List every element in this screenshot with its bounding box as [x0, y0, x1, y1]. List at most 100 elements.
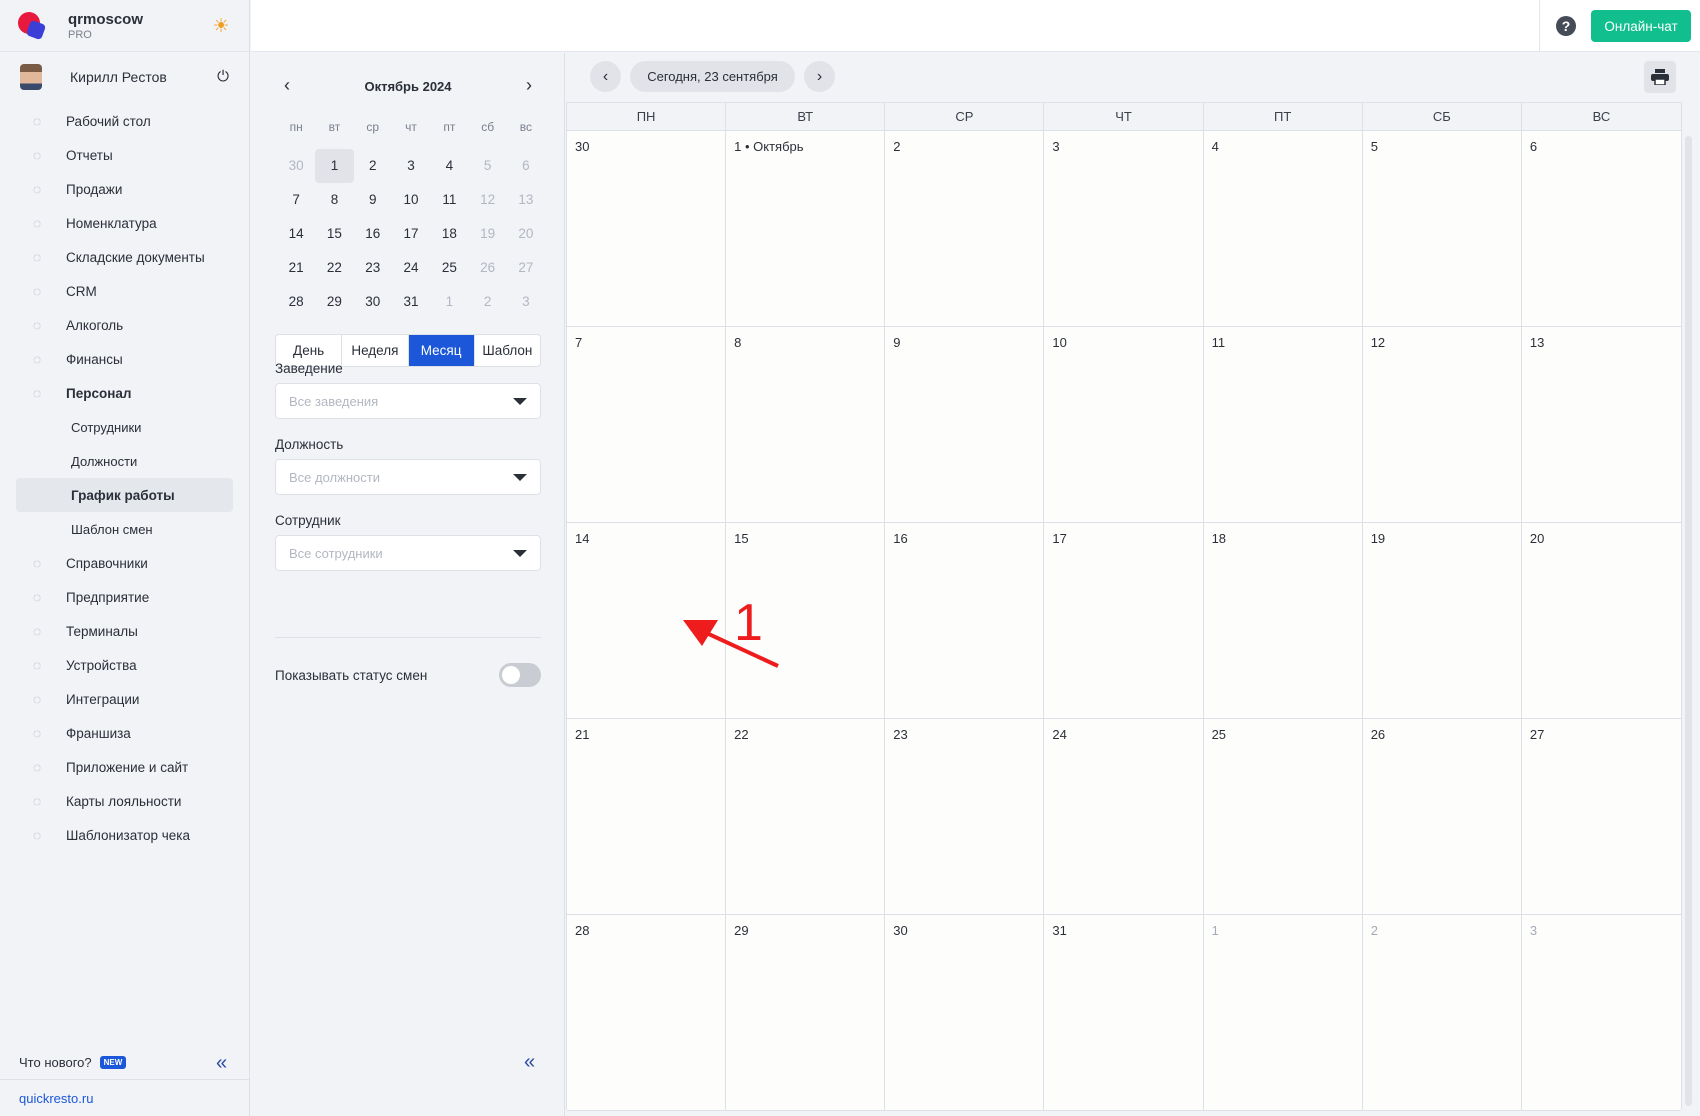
mini-day[interactable]: 10: [392, 183, 430, 217]
calendar-day-cell[interactable]: 3: [1521, 915, 1681, 1111]
mini-day[interactable]: 3: [507, 285, 545, 319]
print-icon[interactable]: [1644, 61, 1676, 93]
nav-item-0[interactable]: ◌ Рабочий стол: [0, 104, 249, 138]
calendar-day-cell[interactable]: 30: [885, 915, 1045, 1111]
calendar-day-cell[interactable]: 3: [1044, 131, 1204, 327]
nav-item-14[interactable]: ◌ Предприятие: [0, 580, 249, 614]
mini-day[interactable]: 4: [430, 149, 468, 183]
mini-day[interactable]: 8: [315, 183, 353, 217]
mini-day[interactable]: 13: [507, 183, 545, 217]
calendar-day-cell[interactable]: 16: [885, 523, 1045, 719]
mini-day[interactable]: 2: [354, 149, 392, 183]
theme-toggle-icon[interactable]: ☀: [210, 16, 232, 38]
mini-day[interactable]: 7: [277, 183, 315, 217]
nav-item-4[interactable]: ◌ Складские документы: [0, 240, 249, 274]
calendar-day-cell[interactable]: 22: [726, 719, 886, 915]
mini-day[interactable]: 1: [430, 285, 468, 319]
nav-item-15[interactable]: ◌ Терминалы: [0, 614, 249, 648]
mini-day[interactable]: 9: [354, 183, 392, 217]
mini-day[interactable]: 12: [468, 183, 506, 217]
calendar-day-cell[interactable]: 7: [567, 327, 727, 523]
prev-period-icon[interactable]: ‹: [590, 61, 621, 92]
position-select[interactable]: Все должности: [275, 459, 541, 495]
mini-day[interactable]: 28: [277, 285, 315, 319]
mini-day[interactable]: 15: [315, 217, 353, 251]
mini-day[interactable]: 17: [392, 217, 430, 251]
logout-icon[interactable]: ⏻: [214, 68, 232, 86]
mini-day[interactable]: 19: [468, 217, 506, 251]
mini-next-month-icon[interactable]: ›: [519, 76, 539, 96]
calendar-day-cell[interactable]: 6: [1521, 131, 1681, 327]
nav-item-20[interactable]: ◌ Карты лояльности: [0, 784, 249, 818]
mini-day[interactable]: 24: [392, 251, 430, 285]
calendar-day-cell[interactable]: 4: [1203, 131, 1363, 327]
nav-item-3[interactable]: ◌ Номенклатура: [0, 206, 249, 240]
mini-day[interactable]: 3: [392, 149, 430, 183]
mini-day[interactable]: 27: [507, 251, 545, 285]
collapse-panel-icon[interactable]: «: [524, 1052, 535, 1072]
calendar-day-cell[interactable]: 10: [1044, 327, 1204, 523]
mini-day[interactable]: 11: [430, 183, 468, 217]
mini-day[interactable]: 5: [468, 149, 506, 183]
calendar-day-cell[interactable]: 19: [1362, 523, 1522, 719]
nav-item-8[interactable]: ◌ Персонал: [0, 376, 249, 410]
whats-new[interactable]: Что нового? NEW «: [0, 1046, 250, 1080]
mini-day[interactable]: 1: [315, 149, 354, 183]
calendar-day-cell[interactable]: 5: [1362, 131, 1522, 327]
site-link[interactable]: quickresto.ru: [0, 1080, 250, 1116]
nav-item-2[interactable]: ◌ Продажи: [0, 172, 249, 206]
nav-item-5[interactable]: ◌ CRM: [0, 274, 249, 308]
calendar-day-cell[interactable]: 2: [885, 131, 1045, 327]
calendar-day-cell[interactable]: 31: [1044, 915, 1204, 1111]
mini-prev-month-icon[interactable]: ‹: [277, 76, 297, 96]
mini-day[interactable]: 26: [468, 251, 506, 285]
next-period-icon[interactable]: ›: [804, 61, 835, 92]
calendar-day-cell[interactable]: 14: [567, 523, 727, 719]
mini-day[interactable]: 2: [468, 285, 506, 319]
calendar-day-cell[interactable]: 1 • Октябрь: [726, 131, 886, 327]
help-icon[interactable]: ?: [1556, 16, 1576, 36]
nav-item-7[interactable]: ◌ Финансы: [0, 342, 249, 376]
nav-item-10[interactable]: Должности: [0, 444, 249, 478]
nav-item-1[interactable]: ◌ Отчеты: [0, 138, 249, 172]
nav-item-17[interactable]: ◌ Интеграции: [0, 682, 249, 716]
collapse-sidebar-icon[interactable]: «: [216, 1053, 227, 1073]
mini-day[interactable]: 21: [277, 251, 315, 285]
calendar-day-cell[interactable]: 1: [1203, 915, 1363, 1111]
view-template-button[interactable]: Шаблон: [475, 335, 540, 366]
nav-item-13[interactable]: ◌ Справочники: [0, 546, 249, 580]
nav-item-6[interactable]: ◌ Алкоголь: [0, 308, 249, 342]
employee-select[interactable]: Все сотрудники: [275, 535, 541, 571]
mini-day[interactable]: 14: [277, 217, 315, 251]
today-button[interactable]: Сегодня, 23 сентября: [630, 61, 795, 92]
nav-item-19[interactable]: ◌ Приложение и сайт: [0, 750, 249, 784]
mini-day[interactable]: 30: [277, 149, 315, 183]
view-week-button[interactable]: Неделя: [342, 335, 409, 366]
nav-item-21[interactable]: ◌ Шаблонизатор чека: [0, 818, 249, 852]
calendar-day-cell[interactable]: 24: [1044, 719, 1204, 915]
nav-item-12[interactable]: Шаблон смен: [0, 512, 249, 546]
nav-item-18[interactable]: ◌ Франшиза: [0, 716, 249, 750]
calendar-day-cell[interactable]: 8: [726, 327, 886, 523]
mini-day[interactable]: 20: [507, 217, 545, 251]
calendar-day-cell[interactable]: 29: [726, 915, 886, 1111]
mini-day[interactable]: 23: [354, 251, 392, 285]
calendar-day-cell[interactable]: 11: [1203, 327, 1363, 523]
calendar-day-cell[interactable]: 17: [1044, 523, 1204, 719]
calendar-day-cell[interactable]: 2: [1362, 915, 1522, 1111]
calendar-day-cell[interactable]: 26: [1362, 719, 1522, 915]
calendar-day-cell[interactable]: 18: [1203, 523, 1363, 719]
calendar-day-cell[interactable]: 21: [567, 719, 727, 915]
mini-day[interactable]: 16: [354, 217, 392, 251]
calendar-day-cell[interactable]: 30: [567, 131, 727, 327]
mini-day[interactable]: 25: [430, 251, 468, 285]
mini-day[interactable]: 30: [354, 285, 392, 319]
mini-day[interactable]: 18: [430, 217, 468, 251]
mini-day[interactable]: 6: [507, 149, 545, 183]
nav-item-9[interactable]: Сотрудники: [0, 410, 249, 444]
calendar-scrollbar[interactable]: [1685, 136, 1692, 1106]
view-month-button[interactable]: Месяц: [408, 335, 475, 366]
calendar-day-cell[interactable]: 27: [1521, 719, 1681, 915]
nav-item-11[interactable]: График работы: [16, 478, 233, 512]
calendar-day-cell[interactable]: 25: [1203, 719, 1363, 915]
